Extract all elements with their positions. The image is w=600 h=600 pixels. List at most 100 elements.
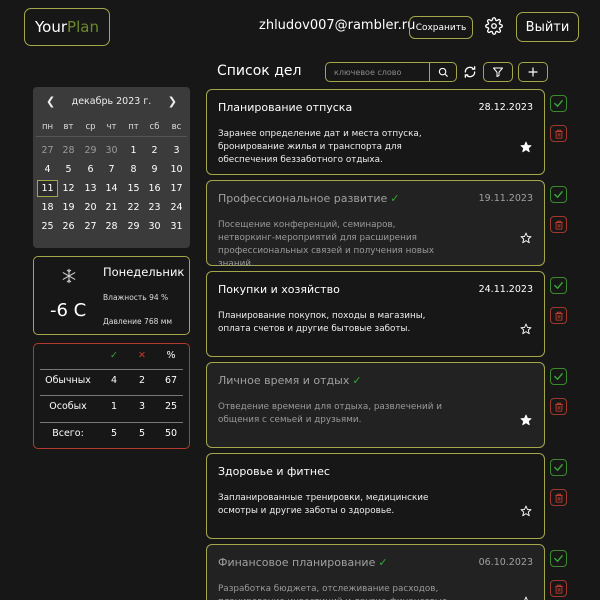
- stats-divider: [40, 395, 183, 396]
- calendar-day[interactable]: 31: [166, 218, 187, 235]
- calendar-day[interactable]: 15: [123, 180, 144, 197]
- task-title: Финансовое планирование ✓: [218, 556, 388, 569]
- calendar-day[interactable]: 2: [144, 142, 165, 159]
- calendar-day[interactable]: 17: [166, 180, 187, 197]
- trash-icon: [554, 220, 563, 230]
- calendar-day[interactable]: 7: [101, 161, 122, 178]
- complete-task-button[interactable]: [550, 277, 567, 294]
- task-card[interactable]: Здоровье и фитнес Запланированные трениро…: [206, 453, 545, 539]
- calendar-day[interactable]: 27: [80, 218, 101, 235]
- refresh-icon[interactable]: [463, 65, 477, 79]
- calendar-day[interactable]: 28: [101, 218, 122, 235]
- star-outline-icon[interactable]: [520, 596, 532, 600]
- calendar-day[interactable]: 21: [101, 199, 122, 216]
- weekday-header: чт: [106, 121, 117, 132]
- save-button[interactable]: Сохранить: [409, 16, 473, 39]
- weekday-label: Понедельник: [103, 265, 185, 279]
- calendar-day[interactable]: 4: [37, 161, 58, 178]
- calendar-day[interactable]: 20: [80, 199, 101, 216]
- trash-icon: [554, 584, 563, 594]
- task-description: Разработка бюджета, отслеживание расходо…: [218, 584, 447, 600]
- calendar-day[interactable]: 27: [37, 142, 58, 159]
- calendar-day-today[interactable]: 11: [37, 180, 58, 197]
- delete-task-button[interactable]: [550, 125, 567, 142]
- logo[interactable]: Your Plan: [24, 8, 110, 46]
- calendar-day[interactable]: 24: [166, 199, 187, 216]
- calendar-header: ❮ декабрь 2023 г. ❯: [33, 95, 190, 111]
- complete-task-button[interactable]: [550, 550, 567, 567]
- task-description: Отведение времени для отдыха, развлечени…: [218, 402, 443, 425]
- app-root: Your Plan zhludov007@rambler.ru Сохранить…: [0, 0, 600, 600]
- complete-task-button[interactable]: [550, 95, 567, 112]
- task-card[interactable]: Личное время и отдых ✓ Отведение времени д…: [206, 362, 545, 448]
- gear-icon[interactable]: [485, 17, 503, 35]
- search-button[interactable]: [429, 62, 457, 82]
- delete-task-button[interactable]: [550, 216, 567, 233]
- calendar-day[interactable]: 5: [58, 161, 79, 178]
- stats-divider: [40, 422, 183, 423]
- done-check-icon: ✓: [390, 192, 400, 205]
- calendar-day[interactable]: 3: [166, 142, 187, 159]
- calendar-day[interactable]: 19: [58, 199, 79, 216]
- task-description: Планирование покупок, походы в магазины,…: [218, 311, 426, 334]
- done-check-icon: ✓: [378, 556, 388, 569]
- calendar-day[interactable]: 23: [144, 199, 165, 216]
- calendar-day[interactable]: 8: [123, 161, 144, 178]
- calendar-day[interactable]: 9: [144, 161, 165, 178]
- stats-percent: 50: [164, 428, 178, 439]
- calendar-day[interactable]: 26: [58, 218, 79, 235]
- calendar-day[interactable]: 10: [166, 161, 187, 178]
- calendar-day[interactable]: 30: [144, 218, 165, 235]
- calendar-day[interactable]: 29: [80, 142, 101, 159]
- calendar-day[interactable]: 30: [101, 142, 122, 159]
- star-filled-icon[interactable]: [520, 141, 532, 153]
- pressure-label: Давление 768 мм: [103, 317, 173, 326]
- trash-icon: [554, 129, 563, 139]
- plus-icon: [528, 67, 538, 77]
- complete-task-button[interactable]: [550, 186, 567, 203]
- logout-button[interactable]: Выйти: [516, 12, 579, 42]
- check-icon: [554, 555, 563, 563]
- filter-icon: [493, 67, 503, 77]
- task-card[interactable]: Профессиональное развитие ✓ 19.11.2023 Посе…: [206, 180, 545, 269]
- stats-row-label: Обычных: [45, 375, 91, 386]
- delete-task-button[interactable]: [550, 580, 567, 597]
- calendar-day[interactable]: 13: [80, 180, 101, 197]
- list-title: Список дел: [217, 63, 302, 79]
- calendar-day[interactable]: 18: [37, 199, 58, 216]
- add-task-button[interactable]: [518, 62, 548, 82]
- task-title-text: Финансовое планирование: [218, 556, 376, 569]
- star-outline-icon[interactable]: [520, 323, 532, 335]
- star-outline-icon[interactable]: [520, 232, 532, 244]
- task-card[interactable]: Планирование отпуска 28.12.2023 Заранее оп…: [206, 89, 545, 175]
- task-card[interactable]: Покупки и хозяйство 24.11.2023 Планировани…: [206, 271, 545, 357]
- check-icon: [554, 191, 563, 199]
- calendar-day[interactable]: 28: [58, 142, 79, 159]
- filter-button[interactable]: [483, 62, 513, 82]
- star-filled-icon[interactable]: [520, 414, 532, 426]
- calendar-day[interactable]: 29: [123, 218, 144, 235]
- complete-task-button[interactable]: [550, 368, 567, 385]
- stats-done-count: 1: [110, 401, 118, 412]
- task-date: 06.10.2023: [478, 557, 533, 568]
- delete-task-button[interactable]: [550, 398, 567, 415]
- calendar-day[interactable]: 6: [80, 161, 101, 178]
- logo-text-your: Your: [35, 18, 68, 36]
- trash-icon: [554, 402, 563, 412]
- task-card[interactable]: Финансовое планирование ✓ 06.10.2023 Разраб…: [206, 544, 545, 600]
- star-outline-icon[interactable]: [520, 505, 532, 517]
- calendar-day[interactable]: 16: [144, 180, 165, 197]
- stats-fail-count: 2: [138, 375, 146, 386]
- calendar-day[interactable]: 25: [37, 218, 58, 235]
- calendar: ❮ декабрь 2023 г. ❯ пн вт ср чт пт сб вс 27 28 29…: [33, 87, 190, 248]
- delete-task-button[interactable]: [550, 489, 567, 506]
- complete-task-button[interactable]: [550, 459, 567, 476]
- calendar-day[interactable]: 22: [123, 199, 144, 216]
- calendar-next-button[interactable]: ❯: [168, 95, 177, 108]
- search-input[interactable]: [325, 62, 429, 82]
- calendar-day[interactable]: 1: [123, 142, 144, 159]
- delete-task-button[interactable]: [550, 307, 567, 324]
- task-title: Планирование отпуска: [218, 101, 352, 114]
- calendar-day[interactable]: 14: [101, 180, 122, 197]
- calendar-day[interactable]: 12: [58, 180, 79, 197]
